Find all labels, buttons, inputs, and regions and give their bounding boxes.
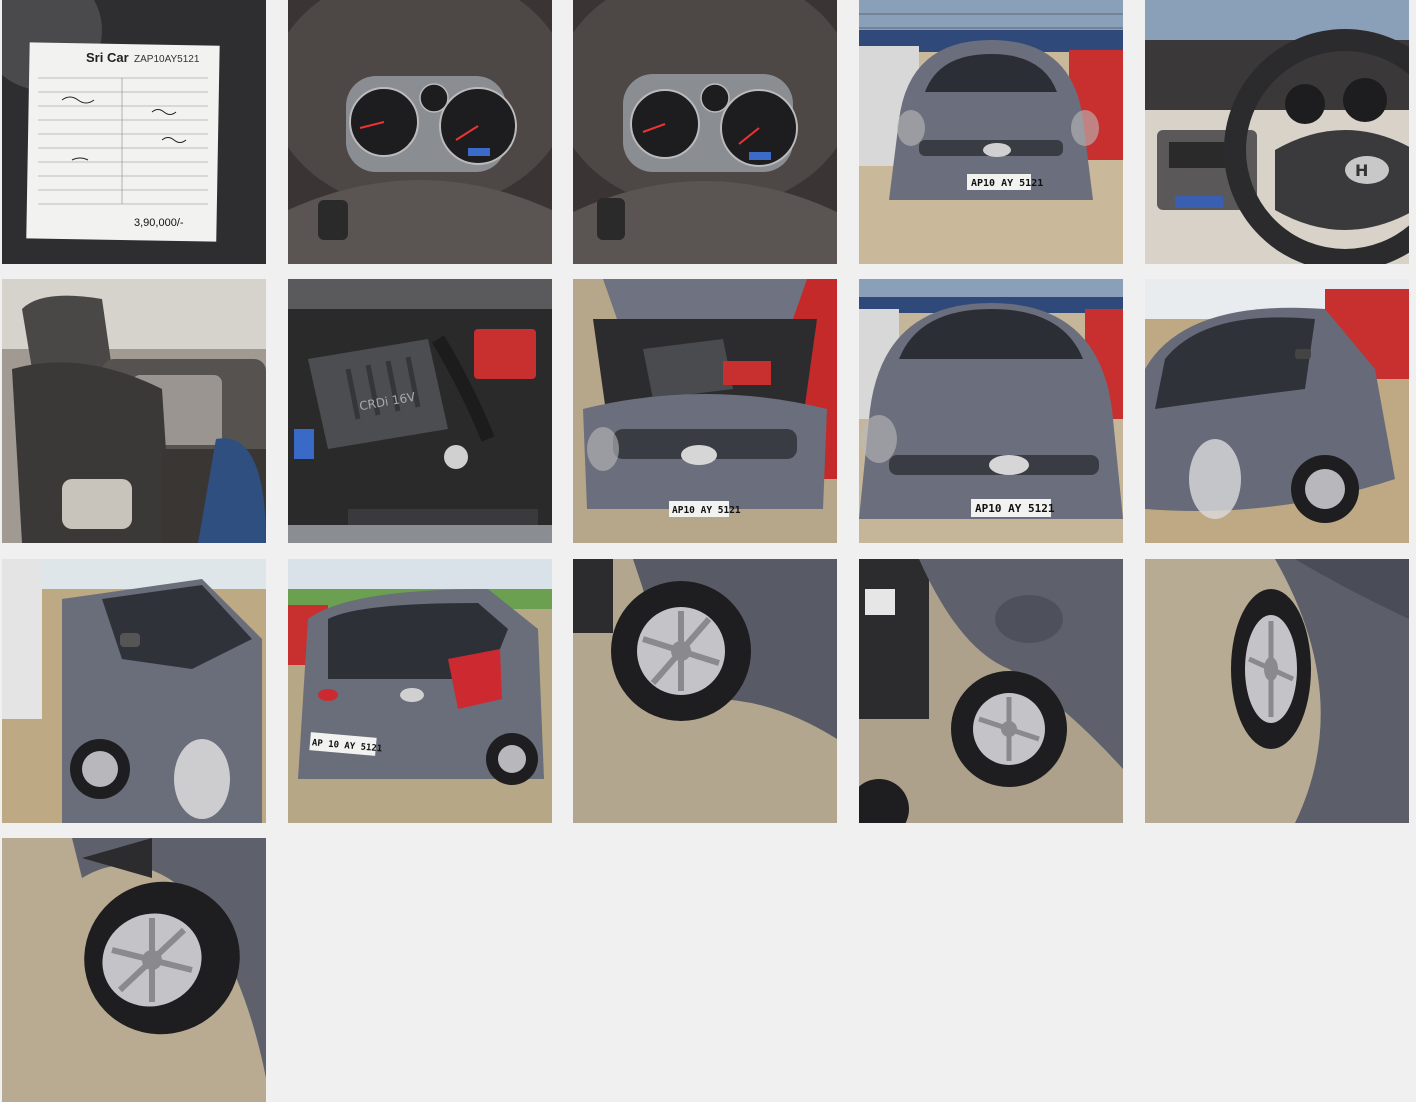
photo-front-view[interactable]: AP10 AY 5121 <box>859 0 1123 264</box>
photo-side-angle-front[interactable] <box>1145 279 1409 543</box>
photo-engine-bay[interactable]: CRDi 16V <box>288 279 552 543</box>
sheet-registration: ZAP10AY5121 <box>134 54 200 65</box>
license-plate: AP10 AY 5121 <box>672 505 741 516</box>
photo-side-angle-rear[interactable] <box>2 559 266 823</box>
photo-instrument-cluster[interactable] <box>288 0 552 264</box>
photo-instrument-cluster[interactable] <box>573 0 837 264</box>
license-plate: AP10 AY 5121 <box>975 502 1055 515</box>
hyundai-logo-icon: H <box>1355 161 1368 180</box>
photo-wheel-closeup[interactable] <box>573 559 837 823</box>
sheet-price: 3,90,000/- <box>134 217 184 229</box>
photo-rear-view[interactable]: AP 10 AY 5121 <box>288 559 552 823</box>
photo-wheel-closeup[interactable] <box>1145 559 1409 823</box>
photo-front-closeup[interactable]: AP10 AY 5121 <box>859 279 1123 543</box>
sheet-title: Sri Car <box>86 50 129 65</box>
photo-wheel-arch-dent[interactable] <box>859 559 1123 823</box>
photo-rear-seats[interactable] <box>2 279 266 543</box>
photo-dashboard-steering[interactable]: H <box>1145 0 1409 264</box>
photo-engine-bay-front[interactable]: AP10 AY 5121 <box>573 279 837 543</box>
photo-summary-sheet[interactable]: Sri Car ZAP10AY5121 3,90,000/- <box>2 0 266 264</box>
license-plate: AP10 AY 5121 <box>971 178 1043 189</box>
photo-gallery: Sri Car ZAP10AY5121 3,90,000/- AP10 AY 5… <box>0 0 1416 1102</box>
photo-wheel-closeup[interactable] <box>2 838 266 1102</box>
